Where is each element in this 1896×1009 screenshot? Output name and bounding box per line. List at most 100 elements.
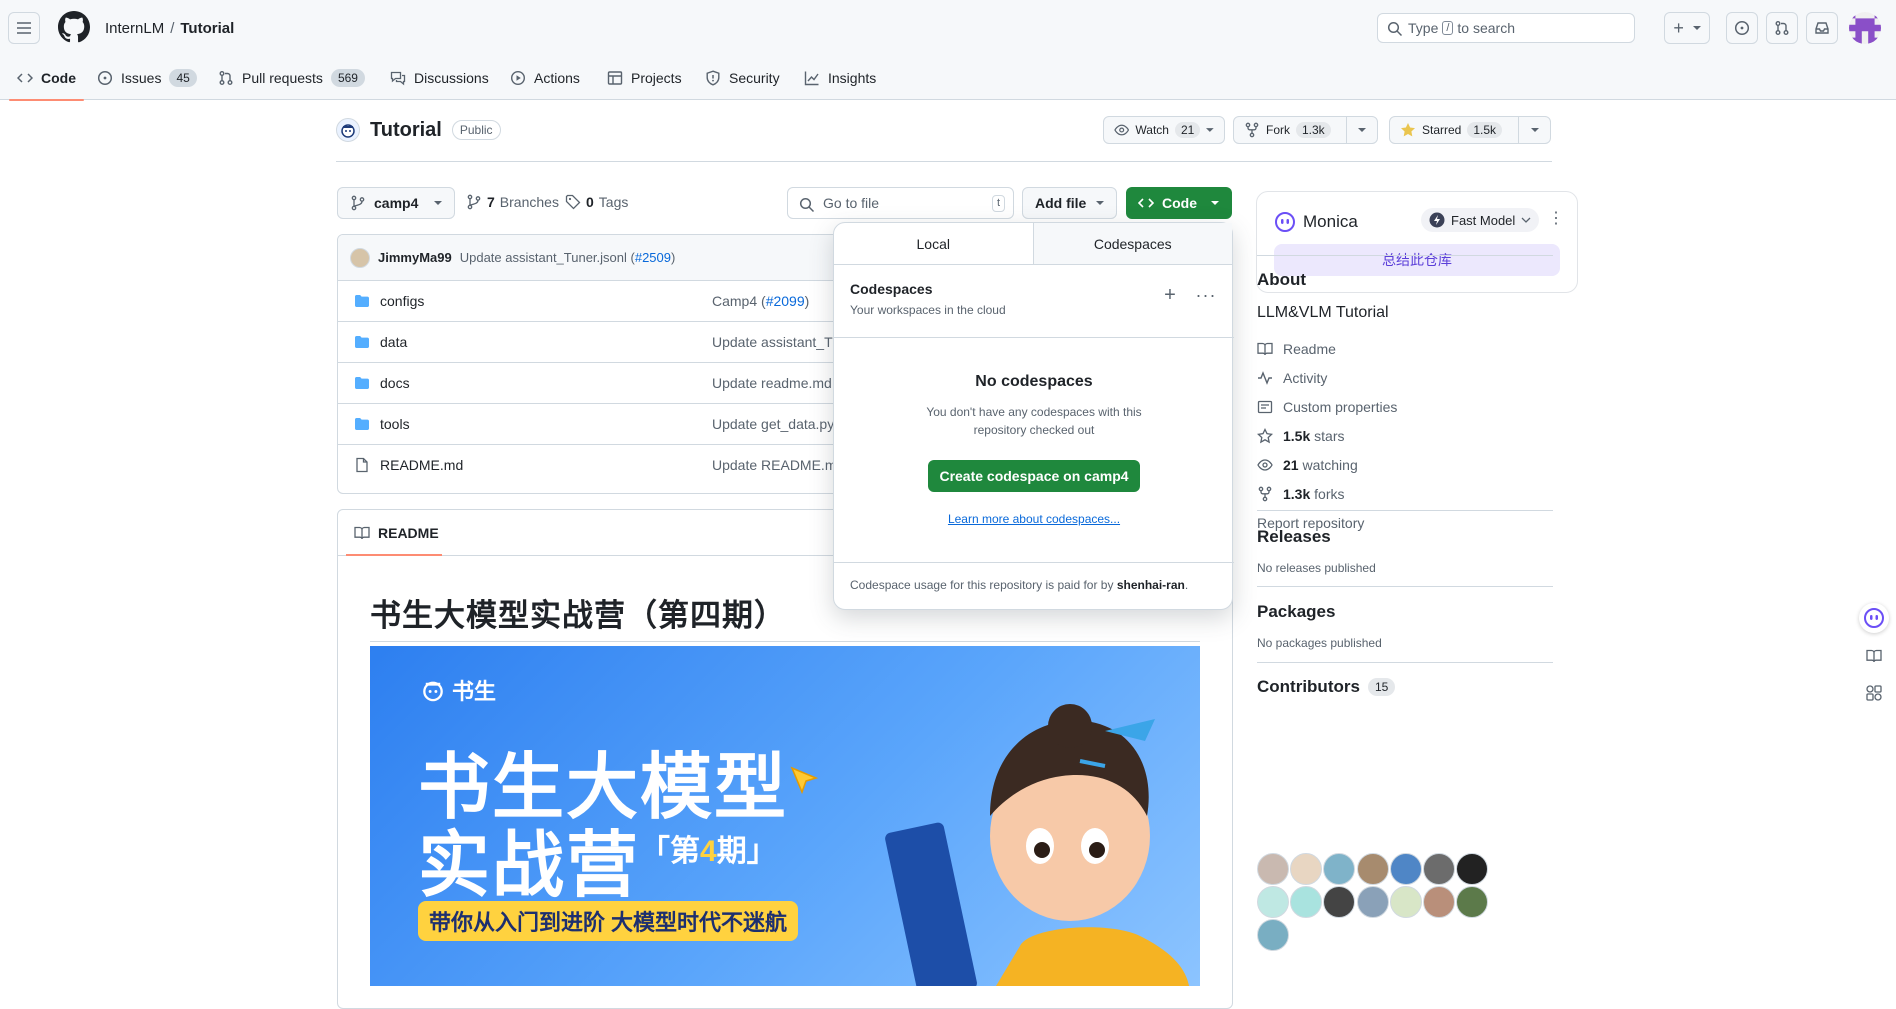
contributor-avatar[interactable] <box>1290 886 1323 918</box>
contributors-heading[interactable]: Contributors <box>1257 677 1360 697</box>
tab-local[interactable]: Local <box>834 223 1033 264</box>
contributor-avatar[interactable] <box>1257 853 1289 885</box>
tab-issues-label: Issues <box>121 70 162 86</box>
folder-icon <box>355 336 369 348</box>
contributor-avatar[interactable] <box>1257 919 1289 951</box>
contributor-avatar[interactable] <box>1423 886 1455 918</box>
star-count: 1.5k <box>1467 122 1503 138</box>
go-to-file-input[interactable]: Go to file t <box>787 187 1014 219</box>
code-dropdown-button[interactable]: Code <box>1126 187 1232 219</box>
banner-phase-pre: 「第 <box>640 835 700 868</box>
file-name[interactable]: docs <box>380 375 410 391</box>
add-file-button[interactable]: Add file <box>1022 187 1117 219</box>
file-commit-message[interactable]: Update get_data.py <box>712 416 834 432</box>
pull-requests-icon[interactable] <box>1766 12 1798 44</box>
model-selector[interactable]: Fast Model <box>1421 208 1540 232</box>
contributor-avatar[interactable] <box>1323 853 1356 885</box>
file-name[interactable]: tools <box>380 416 410 432</box>
file-name[interactable]: configs <box>380 293 424 309</box>
commit-author-avatar[interactable] <box>350 247 370 268</box>
contributor-avatar[interactable] <box>1423 853 1455 885</box>
file-commit-message[interactable]: Update readme.md <box>712 375 832 391</box>
tab-pull-requests[interactable]: Pull requests 569 <box>218 56 365 100</box>
file-commit-pr-link[interactable]: #2099 <box>766 293 805 309</box>
contributor-avatar[interactable] <box>1356 853 1389 885</box>
create-codespace-button[interactable]: Create codespace on camp4 <box>928 460 1140 492</box>
file-commit-message[interactable]: Camp4 (#2099) <box>712 293 809 309</box>
file-commit-message[interactable]: Update README.md <box>712 457 844 473</box>
contributor-avatar[interactable] <box>1389 853 1422 885</box>
menu-icon[interactable] <box>8 12 40 44</box>
tab-actions[interactable]: Actions <box>510 56 580 100</box>
branch-selector[interactable]: camp4 <box>337 187 456 219</box>
commit-pr-link[interactable]: #2509 <box>635 250 671 265</box>
lightning-icon <box>1429 212 1445 228</box>
branch-icon <box>351 195 365 211</box>
user-avatar[interactable] <box>1849 12 1881 44</box>
forks-link[interactable]: 1.3k forks <box>1257 479 1553 508</box>
github-logo-icon[interactable] <box>58 11 91 43</box>
contributor-avatar[interactable] <box>1323 886 1356 918</box>
tab-insights[interactable]: Insights <box>804 56 876 100</box>
activity-link[interactable]: Activity <box>1257 363 1553 392</box>
breadcrumb-owner[interactable]: InternLM <box>105 20 164 37</box>
kebab-menu-icon[interactable]: ⋮ <box>1548 208 1564 228</box>
create-new-button[interactable]: + <box>1664 12 1710 44</box>
commit-message[interactable]: Update assistant_Tuner.jsonl (#2509) <box>460 250 676 265</box>
readme-link[interactable]: Readme <box>1257 334 1553 363</box>
inbox-icon[interactable] <box>1806 12 1838 44</box>
tab-issues[interactable]: Issues 45 <box>97 56 197 100</box>
tab-discussions[interactable]: Discussions <box>390 56 489 100</box>
book-icon <box>1257 342 1273 355</box>
breadcrumb-repo[interactable]: Tutorial <box>180 20 234 37</box>
branches-link[interactable]: 7 Branches <box>466 194 559 210</box>
repo-name[interactable]: Tutorial <box>370 119 442 142</box>
file-name[interactable]: README.md <box>380 457 463 473</box>
contributor-avatar[interactable] <box>1389 886 1422 918</box>
fork-icon <box>1245 122 1259 138</box>
contributor-avatar[interactable] <box>1456 886 1489 918</box>
reader-mode-icon[interactable] <box>1861 643 1887 669</box>
fork-button[interactable]: Fork 1.3k <box>1233 116 1347 144</box>
packages-heading[interactable]: Packages <box>1257 602 1553 622</box>
stars-link[interactable]: 1.5k stars <box>1257 421 1553 450</box>
contributor-avatar[interactable] <box>1257 886 1289 918</box>
about-heading: About <box>1257 270 1307 289</box>
chevron-down-icon <box>1358 128 1366 132</box>
owner-avatar[interactable] <box>336 118 360 142</box>
tab-projects[interactable]: Projects <box>607 56 682 100</box>
monica-launcher-icon[interactable] <box>1859 603 1889 633</box>
custom-properties-link[interactable]: Custom properties <box>1257 392 1553 421</box>
commit-author[interactable]: JimmyMa99 <box>378 250 452 265</box>
more-options-icon[interactable]: ··· <box>1192 281 1220 309</box>
new-codespace-plus-icon[interactable]: + <box>1156 281 1184 309</box>
fork-dropdown-button[interactable] <box>1346 116 1378 144</box>
visibility-badge: Public <box>451 120 501 140</box>
pulls-count-badge: 569 <box>330 69 365 87</box>
contributor-avatar[interactable] <box>1356 886 1389 918</box>
book-icon <box>354 526 370 539</box>
file-commit-message[interactable]: Update assistant_Tu <box>712 334 840 350</box>
learn-more-link[interactable]: Learn more about codespaces... <box>834 512 1234 526</box>
tab-code[interactable]: Code <box>9 56 84 101</box>
releases-heading[interactable]: Releases <box>1257 527 1553 547</box>
watching-link[interactable]: 21 watching <box>1257 450 1553 479</box>
code-button-label: Code <box>1162 195 1197 211</box>
file-name[interactable]: data <box>380 334 407 350</box>
global-search-input[interactable]: Type / to search <box>1377 13 1635 43</box>
tab-codespaces[interactable]: Codespaces <box>1032 223 1232 264</box>
star-dropdown-button[interactable] <box>1518 116 1551 144</box>
tab-security[interactable]: Security <box>705 56 780 100</box>
apps-grid-icon[interactable] <box>1861 680 1887 706</box>
tab-actions-label: Actions <box>534 70 580 86</box>
monica-logo-icon <box>1275 212 1295 232</box>
issues-icon[interactable] <box>1726 12 1758 44</box>
contributor-avatar[interactable] <box>1290 853 1323 885</box>
starred-button[interactable]: Starred 1.5k <box>1389 116 1519 144</box>
watch-button[interactable]: Watch 21 <box>1103 116 1225 144</box>
stars-label: stars <box>1314 427 1345 444</box>
folder-icon <box>355 418 369 430</box>
file-commit-text: Update README.md <box>712 457 845 473</box>
tags-link[interactable]: 0 Tags <box>565 194 628 210</box>
contributor-avatar[interactable] <box>1456 853 1489 885</box>
